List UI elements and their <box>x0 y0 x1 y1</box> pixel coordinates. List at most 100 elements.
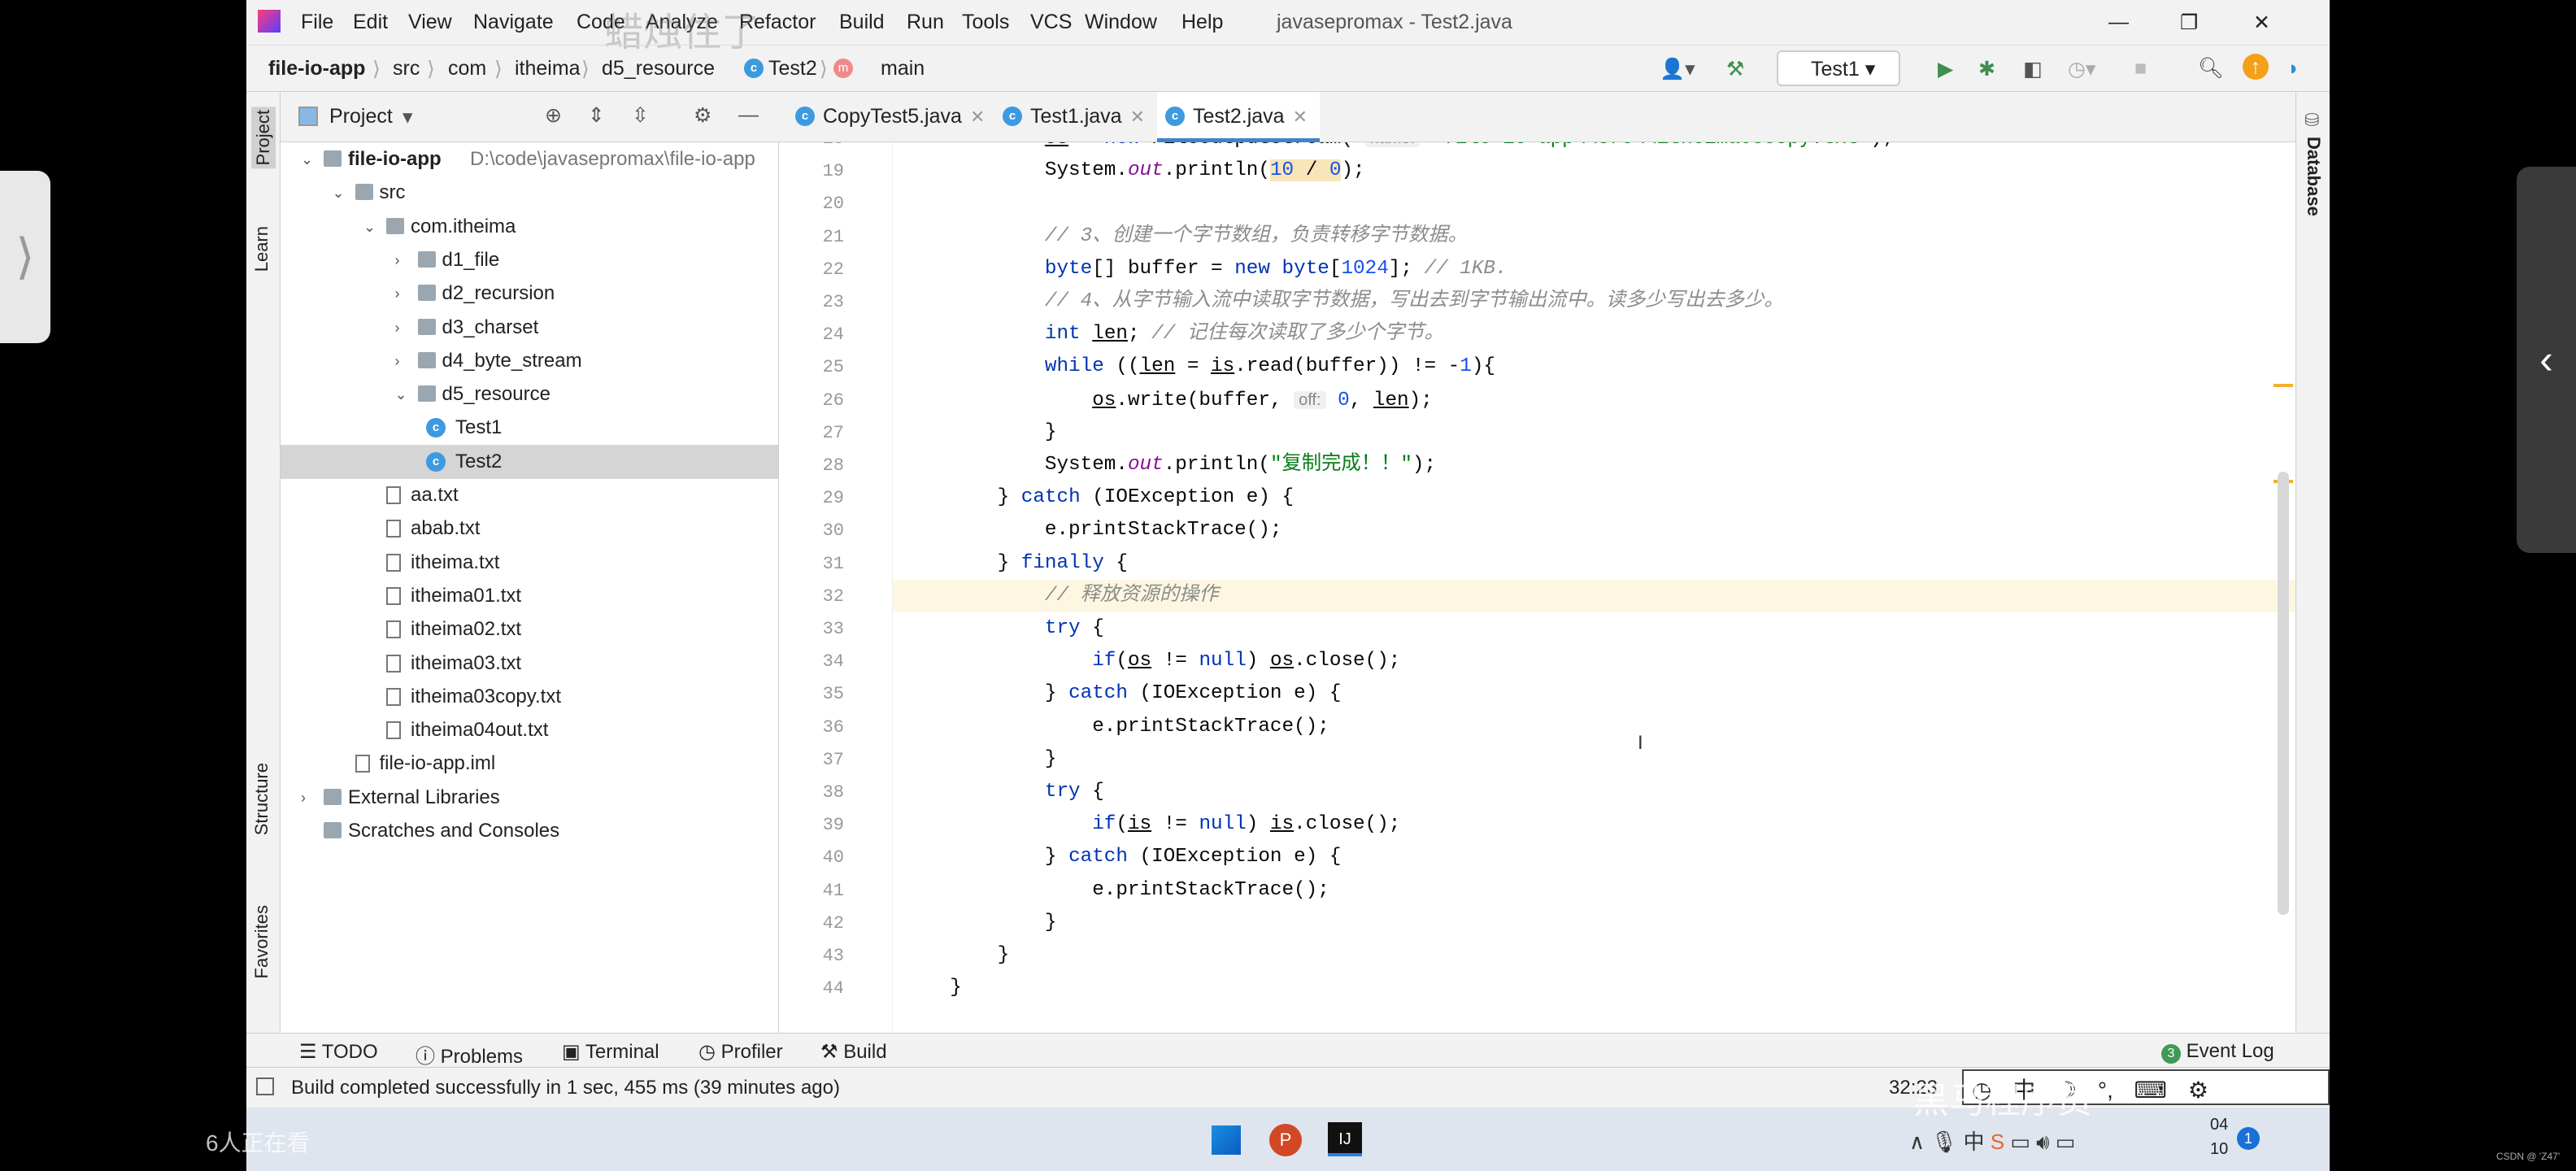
code-editor[interactable]: 18 19 20 21 22 23 24 25 26 27 28 29 30 31 32 33 34 35 36 37… <box>779 142 2295 1033</box>
tool-structure[interactable]: Structure <box>251 763 272 835</box>
tool-favorites[interactable]: Favorites <box>251 905 272 978</box>
code-line[interactable]: while ((len = is.read(buffer)) != -1){ <box>1045 350 1495 383</box>
hide-icon[interactable]: — <box>738 103 759 127</box>
tree-item[interactable]: ⌄ file-io-app D:\code\javasepromax\file-io… <box>281 142 778 176</box>
tree-item[interactable]: › d4_byte_stream <box>281 344 778 378</box>
notification-badge[interactable]: 1 <box>2237 1127 2260 1150</box>
intellij-icon[interactable]: IJ <box>1328 1122 1362 1156</box>
code-line[interactable]: byte[] buffer = new byte[1024]; // 1KB. <box>1045 253 1508 285</box>
profiler-icon[interactable]: ◷▾ <box>2068 57 2095 81</box>
tree-item[interactable]: c Test1 <box>281 411 778 445</box>
project-view-select[interactable]: Project <box>329 105 393 128</box>
code-line[interactable]: // 释放资源的操作 <box>1045 580 1219 612</box>
chevron-down-icon[interactable]: ⌄ <box>395 377 407 411</box>
tray-icons[interactable]: ∧ 🎙︎ 中 S ▭ 🔊︎ ▭ <box>1909 1125 2075 1156</box>
collapse-all-icon[interactable]: ⇳ <box>632 103 649 128</box>
tree-item[interactable]: ⌄ com.itheima <box>281 210 778 244</box>
side-handle-left[interactable]: ⟩ <box>0 171 50 343</box>
locate-icon[interactable]: ⊕ <box>545 103 562 128</box>
date-top[interactable]: 04 <box>2210 1116 2228 1134</box>
tab-test1[interactable]: c Test1.java ✕ <box>994 92 1145 142</box>
tab-terminal[interactable]: ▣ Terminal <box>562 1040 659 1064</box>
code-line[interactable]: } <box>998 939 1010 972</box>
windows-start-icon[interactable] <box>1212 1125 1241 1155</box>
chevron-down-icon[interactable]: ⌄ <box>301 142 313 176</box>
status-toggle-icon[interactable] <box>256 1077 274 1095</box>
tree-item[interactable]: file-io-app.iml <box>281 747 778 781</box>
chevron-right-icon[interactable]: › <box>395 311 400 345</box>
tab-profiler[interactable]: ◷ Profiler <box>698 1040 783 1064</box>
tab-todo[interactable]: ☰ TODO <box>299 1040 378 1064</box>
code-line[interactable]: int len; // 记住每次读取了多少个字节。 <box>1045 318 1444 350</box>
tree-item[interactable]: ⌄ src <box>281 176 778 210</box>
gear-icon[interactable]: ⚙ <box>694 103 711 128</box>
tree-item[interactable]: abab.txt <box>281 511 778 546</box>
build-hammer-icon[interactable]: ⚒ <box>1726 57 1744 81</box>
code-line[interactable]: if(os != null) os.close(); <box>1092 645 1400 677</box>
code-line[interactable]: } catch (IOException e) { <box>1045 677 1342 710</box>
search-icon[interactable]: 🔍︎ <box>2198 57 2224 81</box>
tab-copytest5[interactable]: c CopyTest5.java ✕ <box>787 92 985 142</box>
side-handle-right[interactable]: ‹ <box>2517 167 2576 553</box>
date-bottom[interactable]: 10 <box>2210 1140 2228 1159</box>
close-tab-icon[interactable]: ✕ <box>970 107 985 127</box>
status-message[interactable]: Build completed successfully in 1 sec, 4… <box>291 1077 840 1099</box>
powerpoint-icon[interactable]: P <box>1269 1124 1302 1156</box>
close-button[interactable]: ✕ <box>2253 11 2270 35</box>
chevron-right-icon[interactable]: › <box>395 243 400 277</box>
menu-edit[interactable]: Edit <box>353 11 388 34</box>
code-line[interactable]: } catch (IOException e) { <box>1045 841 1342 873</box>
tree-item[interactable]: itheima04out.txt <box>281 713 778 747</box>
menu-window[interactable]: Window <box>1085 11 1157 34</box>
menu-vcs[interactable]: VCS <box>1030 11 1072 34</box>
close-tab-icon[interactable]: ✕ <box>1130 107 1145 127</box>
code-line[interactable]: e.printStackTrace(); <box>1045 514 1282 546</box>
code-line[interactable]: } <box>1045 416 1057 449</box>
menu-navigate[interactable]: Navigate <box>473 11 554 34</box>
breadcrumb-d5-resource[interactable]: d5_resource <box>602 57 715 81</box>
tree-item[interactable]: itheima01.txt <box>281 579 778 613</box>
coverage-icon[interactable]: ◧ <box>2023 57 2043 81</box>
menu-run[interactable]: Run <box>907 11 944 34</box>
code-line[interactable]: System.out.println(10 / 0); <box>1045 155 1365 187</box>
tree-item[interactable]: Scratches and Consoles <box>281 814 778 848</box>
breadcrumb-project[interactable]: file-io-app <box>268 57 365 81</box>
breadcrumb-com[interactable]: com <box>448 57 486 81</box>
tree-item[interactable]: c Test2 <box>281 444 778 479</box>
tree-item[interactable]: itheima.txt <box>281 546 778 580</box>
user-icon[interactable]: 👤▾ <box>1660 57 1695 81</box>
chevron-right-icon[interactable]: › <box>395 276 400 311</box>
breadcrumb-itheima[interactable]: itheima <box>515 57 581 81</box>
restore-button[interactable]: ❐ <box>2180 11 2198 35</box>
code-line[interactable]: System.out.println("复制完成！！"); <box>1045 449 1436 481</box>
menu-view[interactable]: View <box>408 11 452 34</box>
code-line[interactable]: try { <box>1045 776 1104 808</box>
close-tab-icon[interactable]: ✕ <box>1293 107 1308 127</box>
tab-test2[interactable]: c Test2.java ✕ <box>1157 92 1320 142</box>
code-line[interactable]: e.printStackTrace(); <box>1092 874 1329 907</box>
stop-icon[interactable]: ■ <box>2134 57 2147 81</box>
chevron-right-icon[interactable]: › <box>395 344 400 378</box>
ime-settings-icon[interactable]: ⚙ <box>2188 1077 2208 1103</box>
event-log-button[interactable]: 3 Event Log <box>2161 1040 2274 1064</box>
code-line[interactable]: } <box>1045 907 1057 939</box>
code-line[interactable]: // 3、创建一个字节数组，负责转移字节数据。 <box>1045 220 1468 253</box>
tree-item[interactable]: itheima03copy.txt <box>281 680 778 714</box>
menu-help[interactable]: Help <box>1181 11 1223 34</box>
tool-project[interactable]: Project <box>251 107 276 169</box>
tool-database[interactable]: Database <box>2303 137 2324 216</box>
code-line[interactable]: e.printStackTrace(); <box>1092 711 1329 743</box>
code-line[interactable]: } <box>950 972 962 1004</box>
run-icon[interactable]: ▶ <box>1938 57 1953 81</box>
code-line[interactable]: } <box>1045 743 1057 776</box>
toolbox-icon[interactable]: ◗ <box>2287 57 2300 81</box>
tree-item[interactable]: › External Libraries <box>281 781 778 815</box>
vertical-scrollbar[interactable] <box>2278 472 2289 915</box>
tab-build[interactable]: ⚒ Build <box>820 1040 887 1064</box>
tree-item[interactable]: ⌄ d5_resource <box>281 377 778 411</box>
code-line[interactable]: try { <box>1045 612 1104 645</box>
menu-file[interactable]: File <box>301 11 333 34</box>
ime-punct-icon[interactable]: °, <box>2098 1077 2113 1103</box>
tree-item[interactable]: › d1_file <box>281 243 778 277</box>
code-line[interactable]: os.write(buffer, off: 0, len); <box>1092 384 1433 416</box>
